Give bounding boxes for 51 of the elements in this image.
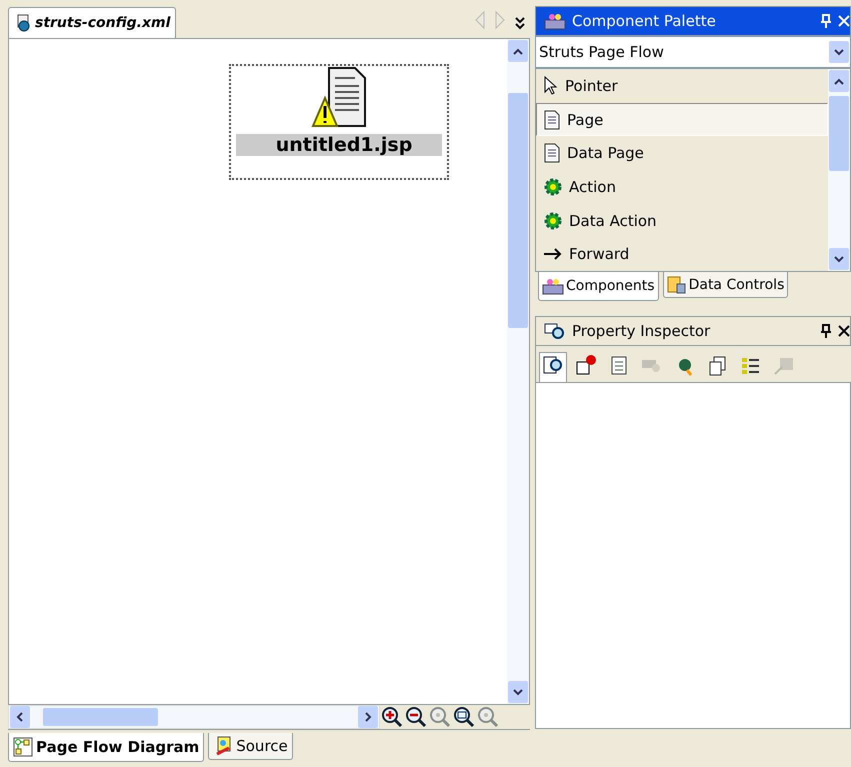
chevron-down-icon[interactable] [512, 688, 524, 696]
close-icon[interactable] [838, 325, 850, 337]
palette-tab[interactable]: Components [538, 272, 659, 301]
chevron-up-icon[interactable] [512, 47, 524, 55]
gear-icon [543, 176, 563, 197]
category-dropdown[interactable]: Struts Page Flow [535, 36, 851, 68]
zoom-button[interactable] [380, 706, 404, 728]
chevron-down-icon[interactable] [833, 255, 845, 263]
inspector-icon [544, 322, 566, 340]
chevron-down-icon[interactable] [514, 16, 526, 30]
zoom-button[interactable] [452, 706, 476, 728]
panel-title: Component Palette [572, 12, 717, 30]
toolbox-icon [542, 277, 564, 295]
pin-icon[interactable] [820, 324, 832, 338]
item-label: Data Action [569, 212, 657, 230]
magnifier-icon [477, 706, 499, 728]
zoom-out-icon [405, 706, 427, 728]
view-tab[interactable]: Source [208, 733, 293, 760]
chevron-up-icon[interactable] [833, 77, 845, 85]
zoom-button[interactable] [404, 706, 428, 728]
horizontal-scrollbar[interactable] [8, 705, 380, 729]
item-label: Page [567, 110, 604, 128]
palette-tab[interactable]: Data Controls [662, 272, 788, 298]
item-label: Pointer [565, 76, 618, 95]
chevron-left-icon[interactable] [16, 711, 24, 723]
data-page-icon [543, 143, 561, 164]
zoom-fit-icon [453, 706, 475, 728]
node-label[interactable]: untitled1.jsp [236, 134, 442, 156]
vertical-scrollbar[interactable] [828, 69, 850, 271]
data-gear-icon [543, 210, 563, 231]
document-icon [543, 110, 561, 130]
pointer-icon [543, 76, 559, 96]
item-label: Forward [569, 245, 630, 264]
diagram-icon [13, 737, 33, 757]
dropdown-chevron-icon[interactable] [833, 48, 845, 56]
editor-tab[interactable]: struts-config.xml [8, 7, 176, 38]
chevron-right-icon[interactable] [364, 711, 372, 723]
zoom-in-icon [381, 706, 403, 728]
panel-title: Property Inspector [572, 322, 712, 340]
warning-page-icon [311, 66, 367, 130]
page-node[interactable]: untitled1.jsp [229, 64, 449, 180]
item-label: Data Page [567, 144, 644, 162]
view-tab[interactable]: Page Flow Diagram [8, 733, 204, 762]
magnifier-icon [429, 706, 451, 728]
inspector-tool-button[interactable] [539, 352, 567, 382]
vertical-scrollbar[interactable] [507, 39, 529, 704]
item-label: Action [569, 178, 616, 196]
toolbox-icon [544, 12, 566, 30]
arrow-icon [543, 247, 563, 262]
palette-item[interactable]: Page [536, 102, 828, 136]
data-folder-icon [666, 276, 687, 294]
